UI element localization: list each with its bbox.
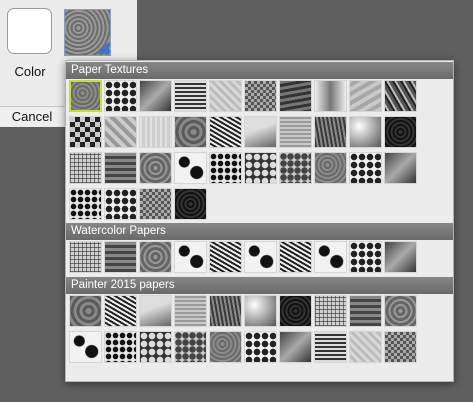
paper-texture-selector[interactable]: [64, 9, 111, 56]
texture-tile[interactable]: [384, 295, 417, 327]
texture-tile[interactable]: [209, 295, 242, 327]
texture-tile[interactable]: [139, 295, 172, 327]
texture-tile[interactable]: [104, 241, 137, 273]
texture-tile[interactable]: [314, 116, 347, 148]
texture-tile[interactable]: [139, 80, 172, 112]
texture-tile[interactable]: [174, 241, 207, 273]
texture-tile[interactable]: [104, 331, 137, 363]
texture-tile[interactable]: [104, 295, 137, 327]
texture-tile[interactable]: [104, 116, 137, 148]
section-header-paper-textures: Paper Textures: [66, 62, 453, 79]
section-header-watercolor-papers: Watercolor Papers: [66, 223, 453, 240]
section-header-painter-2015-papers: Painter 2015 papers: [66, 277, 453, 294]
texture-tile[interactable]: [314, 152, 347, 184]
texture-tile[interactable]: [139, 152, 172, 184]
texture-tile[interactable]: [209, 241, 242, 273]
color-swatch[interactable]: [7, 8, 52, 54]
texture-tile[interactable]: [349, 116, 382, 148]
texture-tile[interactable]: [174, 295, 207, 327]
texture-tile[interactable]: [314, 241, 347, 273]
texture-tile[interactable]: [244, 116, 277, 148]
texture-tile[interactable]: [349, 80, 382, 112]
texture-tile[interactable]: [384, 80, 417, 112]
texture-tile[interactable]: [279, 295, 312, 327]
texture-tile[interactable]: [174, 188, 207, 220]
texture-tile[interactable]: [209, 152, 242, 184]
texture-tile[interactable]: [174, 331, 207, 363]
texture-tile[interactable]: [384, 331, 417, 363]
texture-tile[interactable]: [139, 241, 172, 273]
texture-tile[interactable]: [314, 80, 347, 112]
texture-tile[interactable]: [174, 152, 207, 184]
texture-tile[interactable]: [349, 295, 382, 327]
texture-tile[interactable]: [104, 152, 137, 184]
color-label: Color: [14, 64, 46, 79]
texture-tile[interactable]: [69, 80, 102, 112]
texture-tile[interactable]: [384, 116, 417, 148]
texture-tile[interactable]: [279, 331, 312, 363]
texture-tile[interactable]: [244, 80, 277, 112]
texture-tile[interactable]: [314, 295, 347, 327]
texture-tile[interactable]: [314, 331, 347, 363]
texture-tile[interactable]: [69, 152, 102, 184]
texture-tile[interactable]: [384, 241, 417, 273]
texture-tile[interactable]: [244, 241, 277, 273]
texture-tile[interactable]: [349, 152, 382, 184]
texture-tile[interactable]: [139, 116, 172, 148]
texture-tile[interactable]: [244, 152, 277, 184]
texture-tile[interactable]: [104, 188, 137, 220]
texture-tile[interactable]: [349, 331, 382, 363]
texture-tile[interactable]: [279, 241, 312, 273]
texture-tile[interactable]: [244, 331, 277, 363]
texture-tile[interactable]: [69, 295, 102, 327]
texture-tile[interactable]: [244, 295, 277, 327]
texture-tile[interactable]: [69, 116, 102, 148]
texture-tile[interactable]: [69, 331, 102, 363]
texture-tile[interactable]: [349, 241, 382, 273]
cancel-button[interactable]: Cancel: [0, 106, 64, 126]
texture-tile[interactable]: [279, 152, 312, 184]
texture-tile[interactable]: [174, 116, 207, 148]
texture-tile[interactable]: [69, 241, 102, 273]
texture-tile[interactable]: [209, 331, 242, 363]
texture-tile[interactable]: [209, 116, 242, 148]
dropdown-corner-icon: [97, 42, 109, 54]
texture-tile[interactable]: [209, 80, 242, 112]
texture-tile[interactable]: [139, 188, 172, 220]
texture-tile[interactable]: [174, 80, 207, 112]
texture-tile[interactable]: [139, 331, 172, 363]
texture-tile[interactable]: [384, 152, 417, 184]
paper-texture-popup: Paper Textures Watercolor Papers Painter…: [65, 60, 454, 382]
texture-tile[interactable]: [69, 188, 102, 220]
texture-tile[interactable]: [279, 80, 312, 112]
texture-tile[interactable]: [104, 80, 137, 112]
texture-tile[interactable]: [279, 116, 312, 148]
